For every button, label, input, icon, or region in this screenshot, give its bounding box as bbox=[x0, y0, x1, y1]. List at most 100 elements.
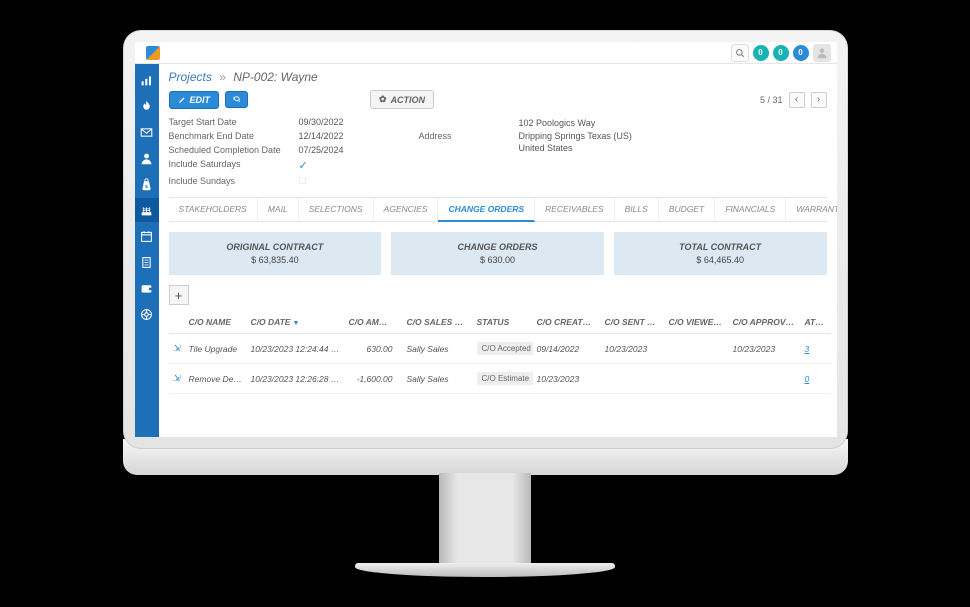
sidebar-item-leads[interactable] bbox=[135, 94, 159, 118]
person-icon bbox=[140, 152, 153, 165]
attachments-link[interactable]: 3 bbox=[805, 344, 810, 354]
address-value: 102 Poologics Way Dripping Springs Texas… bbox=[519, 117, 827, 155]
target-start-value: 09/30/2022 bbox=[299, 117, 419, 127]
sidebar-item-contacts[interactable] bbox=[135, 146, 159, 170]
col-create[interactable]: C/O CREATE DATE... bbox=[533, 311, 601, 334]
attachments-link[interactable]: 0 bbox=[805, 374, 810, 384]
sidebar: $ bbox=[135, 64, 159, 437]
edit-button[interactable]: EDIT bbox=[169, 91, 220, 109]
pager-prev[interactable]: ‹ bbox=[789, 92, 805, 108]
tab-budget[interactable]: BUDGET bbox=[659, 198, 715, 221]
tab-change-orders[interactable]: CHANGE ORDERS bbox=[438, 198, 535, 222]
breadcrumb: Projects » NP-002: Wayne bbox=[169, 70, 827, 84]
add-change-order-button[interactable]: + bbox=[169, 285, 189, 305]
sidebar-item-projects[interactable] bbox=[135, 198, 159, 222]
tab-bills[interactable]: BILLS bbox=[615, 198, 659, 221]
benchmark-end-label: Benchmark End Date bbox=[169, 131, 299, 141]
col-name[interactable]: C/O NAME bbox=[185, 311, 247, 334]
monitor-bezel: 0 0 0 $ bbox=[123, 30, 848, 449]
col-date[interactable]: C/O DATE▼ bbox=[247, 311, 345, 334]
col-status[interactable]: STATUS bbox=[473, 311, 533, 334]
pager: 5 / 31 ‹ › bbox=[760, 92, 827, 108]
col-attach[interactable]: ATTAC bbox=[801, 311, 831, 334]
search-icon bbox=[735, 48, 745, 58]
app-screen: 0 0 0 $ bbox=[135, 42, 837, 437]
envelope-icon bbox=[140, 126, 153, 139]
target-start-label: Target Start Date bbox=[169, 117, 299, 127]
expand-icon[interactable]: ⇲ bbox=[173, 343, 181, 353]
svg-text:$: $ bbox=[145, 183, 148, 189]
col-viewed[interactable]: C/O VIEWED DATE bbox=[665, 311, 729, 334]
col-sent[interactable]: C/O SENT DATE... bbox=[601, 311, 665, 334]
card-change-orders: CHANGE ORDERS $ 630.00 bbox=[391, 232, 604, 275]
sidebar-item-docs[interactable] bbox=[135, 250, 159, 274]
col-sales[interactable]: C/O SALES PERSON bbox=[403, 311, 473, 334]
topbar: 0 0 0 bbox=[135, 42, 837, 64]
monitor-frame: 0 0 0 $ bbox=[123, 30, 848, 577]
refresh-button[interactable] bbox=[225, 91, 248, 108]
sidebar-item-estimates[interactable]: $ bbox=[135, 172, 159, 196]
sidebar-item-finance[interactable] bbox=[135, 276, 159, 300]
wallet-icon bbox=[140, 282, 153, 295]
tab-financials[interactable]: FINANCIALS bbox=[715, 198, 786, 221]
include-saturdays-label: Include Saturdays bbox=[169, 159, 299, 172]
gear-icon: ✿ bbox=[379, 94, 387, 105]
notification-badge-1[interactable]: 0 bbox=[753, 45, 769, 61]
include-sundays-label: Include Sundays bbox=[169, 176, 299, 187]
monitor-stand-neck bbox=[439, 473, 531, 563]
sidebar-item-mail[interactable] bbox=[135, 120, 159, 144]
tab-stakeholders[interactable]: STAKEHOLDERS bbox=[169, 198, 258, 221]
chart-icon bbox=[140, 74, 153, 87]
status-badge: C/O Estimate bbox=[477, 372, 533, 385]
calendar-icon bbox=[140, 230, 153, 243]
scheduled-completion-value: 07/25/2024 bbox=[299, 145, 419, 155]
app-logo[interactable] bbox=[141, 42, 165, 64]
refresh-icon bbox=[232, 95, 241, 104]
tab-mail[interactable]: MAIL bbox=[258, 198, 299, 221]
tab-warranties[interactable]: WARRANTIES bbox=[786, 198, 836, 221]
tab-receivables[interactable]: RECEIVABLES bbox=[535, 198, 615, 221]
monitor-stand-base bbox=[355, 563, 615, 577]
action-button[interactable]: ✿ ACTION bbox=[370, 90, 434, 109]
benchmark-end-value: 12/14/2022 bbox=[299, 131, 419, 141]
notification-badge-3[interactable]: 0 bbox=[793, 45, 809, 61]
table-row[interactable]: ⇲ Remove Decki... 10/23/2023 12:26:28 PM… bbox=[169, 364, 831, 394]
include-sundays-checkbox[interactable]: ☐ bbox=[299, 176, 419, 187]
search-button[interactable] bbox=[731, 44, 749, 62]
notification-badge-2[interactable]: 0 bbox=[773, 45, 789, 61]
change-orders-table: C/O NAME C/O DATE▼ C/O AMOUNT... C/O SAL… bbox=[169, 311, 831, 394]
col-approved[interactable]: C/O APPROVED DATE bbox=[729, 311, 801, 334]
sidebar-item-dashboard[interactable] bbox=[135, 68, 159, 92]
address-label: Address bbox=[419, 131, 519, 141]
user-avatar[interactable] bbox=[813, 44, 831, 62]
status-badge: C/O Accepted bbox=[477, 342, 533, 355]
scheduled-completion-label: Scheduled Completion Date bbox=[169, 145, 299, 155]
tab-agencies[interactable]: AGENCIES bbox=[374, 198, 439, 221]
summary-cards: ORIGINAL CONTRACT $ 63,835.40 CHANGE ORD… bbox=[169, 232, 827, 275]
card-original-contract: ORIGINAL CONTRACT $ 63,835.40 bbox=[169, 232, 382, 275]
tabs: STAKEHOLDERS MAIL SELECTIONS AGENCIES CH… bbox=[169, 197, 827, 222]
include-saturdays-checkbox[interactable]: ✓ bbox=[299, 159, 419, 172]
col-amount[interactable]: C/O AMOUNT... bbox=[345, 311, 403, 334]
main-content: Projects » NP-002: Wayne EDIT bbox=[159, 64, 837, 437]
card-total-contract: TOTAL CONTRACT $ 64,465.40 bbox=[614, 232, 827, 275]
breadcrumb-current: NP-002: Wayne bbox=[233, 70, 318, 84]
pager-next[interactable]: › bbox=[811, 92, 827, 108]
tab-selections[interactable]: SELECTIONS bbox=[299, 198, 374, 221]
bag-dollar-icon: $ bbox=[140, 178, 153, 191]
breadcrumb-separator: » bbox=[219, 70, 226, 84]
sidebar-item-schedule[interactable] bbox=[135, 224, 159, 248]
expand-icon[interactable]: ⇲ bbox=[173, 373, 181, 383]
pencil-icon bbox=[178, 96, 186, 104]
flame-icon bbox=[140, 100, 153, 113]
sort-desc-icon: ▼ bbox=[292, 320, 299, 327]
pool-icon bbox=[140, 204, 153, 217]
lifering-icon bbox=[140, 308, 153, 321]
breadcrumb-root[interactable]: Projects bbox=[169, 70, 212, 84]
pager-text: 5 / 31 bbox=[760, 95, 783, 105]
action-row: EDIT ✿ ACTION 5 / 31 ‹ bbox=[169, 90, 827, 109]
document-icon bbox=[140, 256, 153, 269]
sidebar-item-support[interactable] bbox=[135, 302, 159, 326]
table-row[interactable]: ⇲ Tile Upgrade 10/23/2023 12:24:44 PM 63… bbox=[169, 334, 831, 364]
project-info: Target Start Date 09/30/2022 Address 102… bbox=[169, 117, 827, 187]
